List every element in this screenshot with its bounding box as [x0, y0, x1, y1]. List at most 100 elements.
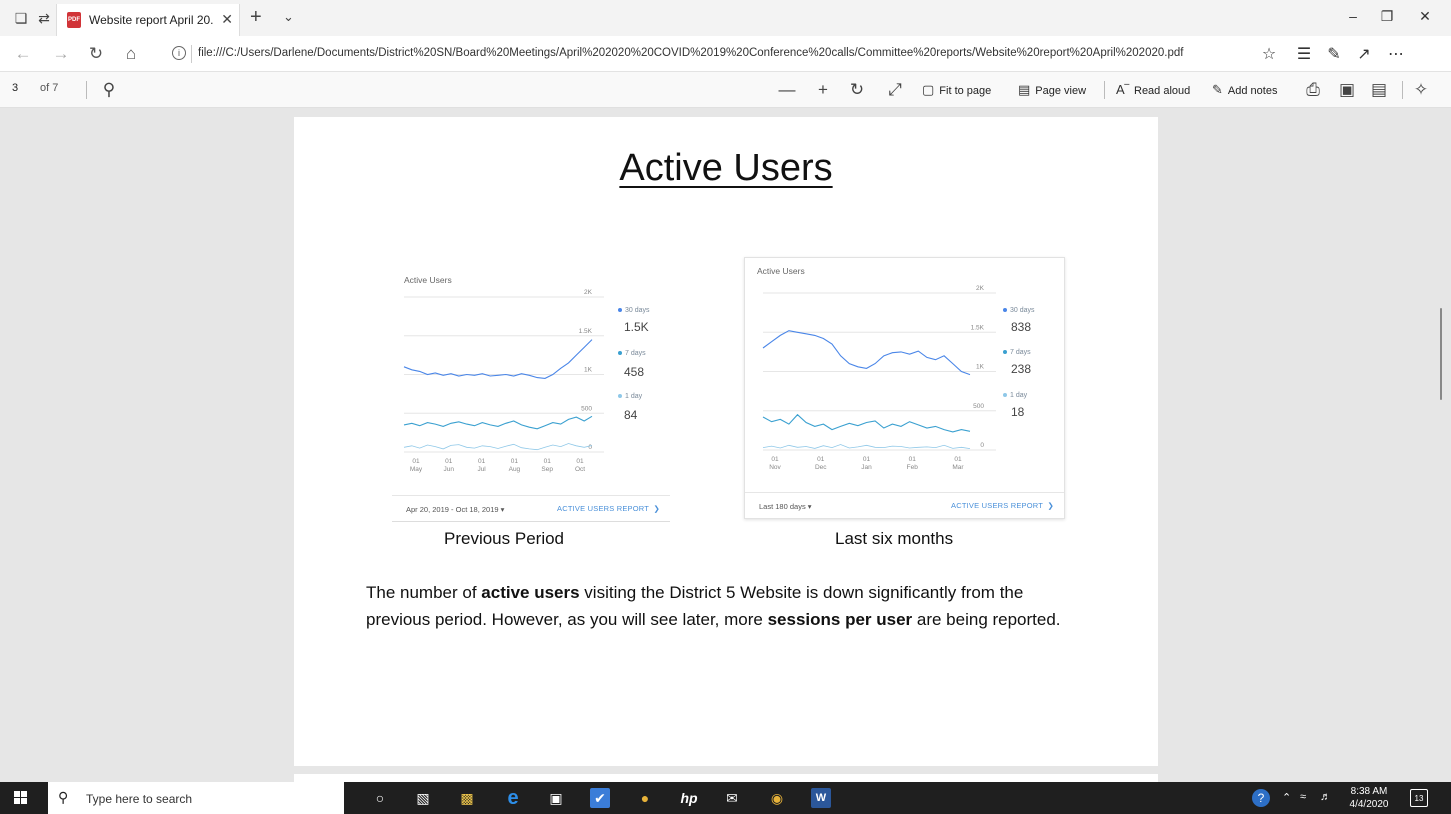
legend-dot — [1003, 350, 1007, 355]
start-tile — [14, 798, 20, 804]
x-tick-label: May — [410, 466, 423, 473]
home-icon[interactable]: ⌂ — [120, 44, 142, 64]
pdf-toolbar: 3 of 7 ⚲ — + ↻ ⤢ ▢ Fit to page ▤ Page view… — [0, 72, 1451, 108]
read-aloud-button[interactable]: A‾ Read aloud — [1116, 81, 1190, 99]
edge-browser-icon[interactable]: e — [503, 788, 523, 808]
find-search-icon[interactable]: ⚲ — [98, 79, 120, 101]
app-icon[interactable]: ✔ — [590, 788, 610, 808]
add-notes-icon: ✎ — [1212, 82, 1223, 97]
refresh-icon[interactable]: ↻ — [85, 44, 107, 64]
body-text-1: The number of — [366, 583, 482, 602]
task-view-icon[interactable]: ▧ — [413, 788, 433, 808]
scrollbar[interactable] — [1440, 308, 1442, 400]
tab-preview-chevron-icon[interactable]: ⌄ — [283, 9, 294, 25]
x-tick-label: 01 — [817, 456, 825, 463]
add-notes-button[interactable]: ✎ Add notes — [1212, 81, 1277, 99]
wifi-icon[interactable]: ≈ — [1300, 791, 1306, 803]
x-tick-label: Sep — [541, 466, 553, 473]
volume-icon[interactable]: ♬ — [1320, 791, 1331, 803]
series-line-7-days — [403, 415, 593, 430]
toolbar-divider — [1104, 81, 1105, 99]
favorite-star-icon[interactable]: ☆ — [1257, 44, 1281, 64]
active-tab[interactable]: PDF Website report April 20. ✕ — [56, 4, 240, 36]
clock-date: 4/4/2020 — [1349, 799, 1389, 810]
date-range-dropdown[interactable]: Apr 20, 2019 - Oct 18, 2019 ▾ — [406, 505, 504, 514]
windows-taskbar: ⚲ Type here to search ○ ▧ ▩ e ▣ ✔ ● hp ✉… — [0, 782, 1451, 814]
legend-label: 1 day — [1010, 392, 1028, 399]
body-paragraph: The number of active users visiting the … — [366, 579, 1086, 633]
y-tick-label: 500 — [973, 403, 984, 410]
hp-icon[interactable]: hp — [679, 788, 699, 808]
y-tick-label: 2K — [976, 285, 985, 292]
notes-pen-icon[interactable]: ✎ — [1322, 44, 1346, 64]
pdf-viewer[interactable]: Active Users Active Users 2K 1.5K 1K 500 0 01… — [0, 108, 1451, 794]
favorites-list-icon[interactable]: ☰ — [1292, 44, 1316, 64]
legend-value-30-days: 838 — [1011, 320, 1032, 334]
legend-dot — [1003, 393, 1007, 398]
save-as-icon[interactable]: ▤ — [1368, 79, 1390, 101]
file-explorer-icon[interactable]: ▩ — [457, 788, 477, 808]
legend-value-1-day: 84 — [624, 408, 638, 422]
address-bar: ← → ↻ ⌂ i file:///C:/Users/Darlene/Docum… — [0, 36, 1451, 72]
fit-page-icon: ▢ — [922, 82, 935, 97]
forward-icon[interactable]: → — [50, 44, 72, 64]
mail-icon[interactable]: ✉ — [722, 788, 742, 808]
fit-to-page-button[interactable]: ▢ Fit to page — [922, 81, 991, 99]
restore-icon[interactable]: ❐ — [1372, 8, 1402, 25]
app-icon[interactable]: ● — [635, 788, 655, 808]
taskbar-search[interactable]: ⚲ Type here to search — [48, 782, 344, 814]
date-range-label: Last 180 days — [759, 502, 806, 511]
info-icon[interactable]: i — [172, 46, 186, 60]
print-icon[interactable]: ⎙ — [1302, 79, 1324, 101]
share-icon[interactable]: ↗ — [1352, 44, 1376, 64]
page-view-button[interactable]: ▤ Page view — [1018, 81, 1086, 99]
series-line-1-day — [762, 444, 971, 449]
cortana-icon[interactable]: ○ — [370, 788, 390, 808]
word-icon[interactable]: W — [811, 788, 831, 808]
close-window-icon[interactable]: ✕ — [1410, 8, 1440, 25]
active-users-report-link[interactable]: ACTIVE USERS REPORT ❯ — [557, 504, 660, 513]
legend-dot — [618, 308, 622, 313]
save-icon[interactable]: ▣ — [1336, 79, 1358, 101]
series-line-30-days — [762, 330, 971, 376]
fullscreen-icon[interactable]: ⤢ — [884, 79, 906, 101]
close-tab-icon[interactable]: ✕ — [221, 11, 233, 28]
legend-label: 7 days — [625, 350, 646, 357]
zoom-in-icon[interactable]: + — [812, 79, 834, 101]
notification-center-icon[interactable]: 13 — [1410, 789, 1428, 807]
add-notes-label: Add notes — [1227, 85, 1278, 97]
active-users-report-link[interactable]: ACTIVE USERS REPORT ❯ — [951, 501, 1054, 510]
y-tick-label: 0 — [980, 442, 984, 449]
page-view-icon: ▤ — [1018, 82, 1031, 97]
url-field[interactable]: i file:///C:/Users/Darlene/Documents/Dis… — [166, 41, 1256, 67]
zoom-out-icon[interactable]: — — [776, 79, 798, 101]
store-icon[interactable]: ▣ — [546, 788, 566, 808]
tab-bar: ❏ ⇄ PDF Website report April 20. ✕ + ⌄ –… — [0, 0, 1451, 36]
page-number-input[interactable]: 3 — [12, 82, 28, 94]
rotate-icon[interactable]: ↻ — [846, 79, 868, 101]
x-tick-label: 01 — [909, 456, 917, 463]
report-link-label: ACTIVE USERS REPORT — [557, 504, 649, 513]
minimize-icon[interactable]: – — [1338, 8, 1368, 24]
legend-value-7-days: 458 — [624, 365, 645, 379]
y-tick-label: 2K — [584, 289, 593, 296]
chart-card-previous-period: Active Users 2K 1.5K 1K 500 0 01 May 01 Jun 01 Jul… — [392, 267, 670, 522]
windows-start-icon[interactable] — [14, 791, 28, 805]
chevron-up-icon[interactable]: ⌃ — [1282, 791, 1291, 804]
chrome-icon[interactable]: ◉ — [767, 788, 787, 808]
date-range-dropdown[interactable]: Last 180 days ▾ — [759, 502, 812, 511]
y-tick-label: 1K — [976, 364, 985, 371]
help-icon[interactable]: ? — [1252, 789, 1270, 807]
legend-label: 30 days — [1010, 307, 1035, 314]
clock[interactable]: 8:38 AM 4/4/2020 — [1346, 785, 1392, 811]
legend-7-days: 7 days — [1003, 349, 1031, 356]
new-tab-icon[interactable]: + — [250, 6, 262, 29]
url-text[interactable]: file:///C:/Users/Darlene/Documents/Distr… — [198, 47, 1238, 59]
url-divider — [191, 45, 192, 63]
more-icon[interactable]: ⋯ — [1384, 44, 1408, 64]
pin-toolbar-icon[interactable]: ✧ — [1410, 79, 1432, 101]
set-aside-tabs-icon[interactable]: ⇄ — [35, 9, 53, 27]
tab-actions-icon[interactable]: ❏ — [12, 9, 30, 27]
back-icon[interactable]: ← — [12, 44, 34, 64]
legend-dot — [618, 394, 622, 399]
